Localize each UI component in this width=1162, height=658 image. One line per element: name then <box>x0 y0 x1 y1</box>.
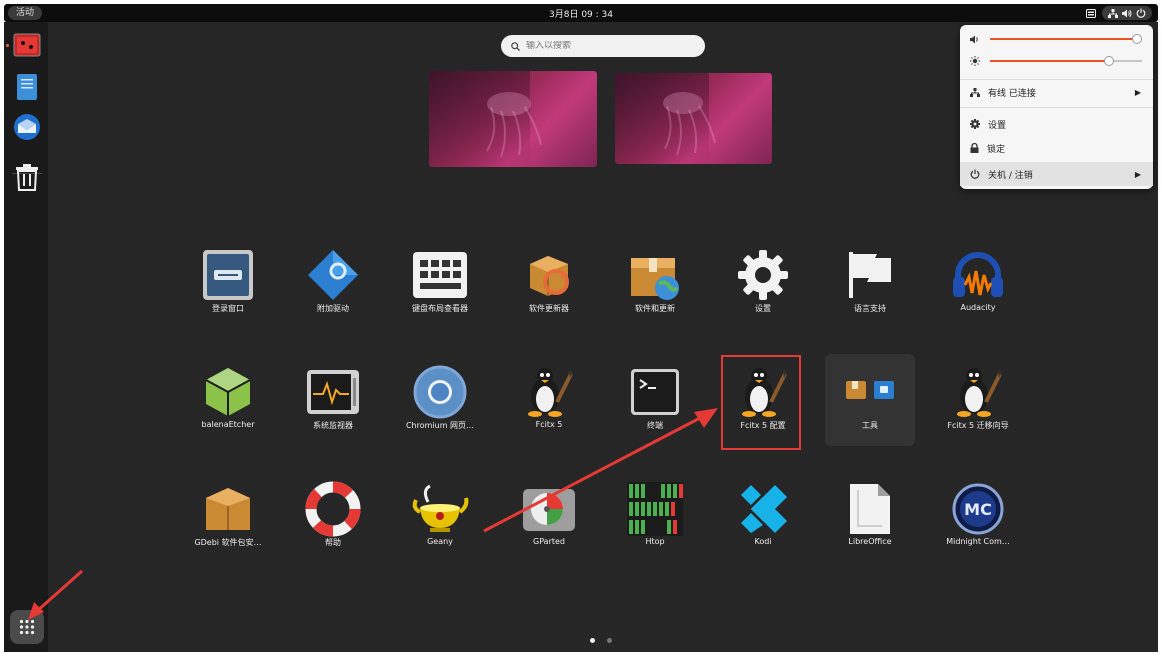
power-icon <box>970 169 980 179</box>
annotation-arrow-to-apps-button <box>28 569 83 620</box>
menu-item-label: 锁定 <box>987 144 1006 155</box>
page-indicator <box>590 638 612 643</box>
menu-item-label: 设置 <box>988 120 1007 131</box>
menu-item-label: 有线 已连接 <box>988 88 1036 99</box>
volume-slider-knob[interactable] <box>1132 34 1142 44</box>
chevron-right-icon: ▶ <box>1134 169 1141 179</box>
menu-separator <box>960 107 1153 108</box>
chevron-right-icon: ▶ <box>1134 87 1141 97</box>
brightness-slider[interactable] <box>970 54 1142 68</box>
menu-item-network[interactable]: 有线 已连接 ▶ <box>960 81 1153 103</box>
menu-item-power-off[interactable]: 关机 / 注销 ▶ <box>960 162 1153 186</box>
quick-settings-menu: 有线 已连接 ▶ 设置 锁定 关机 / 注销 ▶ <box>960 25 1153 189</box>
gear-icon <box>970 119 980 129</box>
page-dot[interactable] <box>607 638 612 643</box>
network-icon <box>970 87 980 97</box>
menu-separator <box>960 79 1153 80</box>
brightness-slider-knob[interactable] <box>1104 56 1114 66</box>
menu-item-lock[interactable]: 锁定 <box>960 137 1153 159</box>
volume-slider[interactable] <box>970 32 1142 46</box>
menu-item-label: 关机 / 注销 <box>988 170 1033 181</box>
annotation-arrow-to-fcitx-config <box>483 408 718 533</box>
lock-icon <box>970 142 979 153</box>
volume-icon <box>970 35 978 43</box>
page-dot-active[interactable] <box>590 638 595 643</box>
brightness-icon <box>970 56 980 66</box>
menu-item-settings[interactable]: 设置 <box>960 113 1153 135</box>
